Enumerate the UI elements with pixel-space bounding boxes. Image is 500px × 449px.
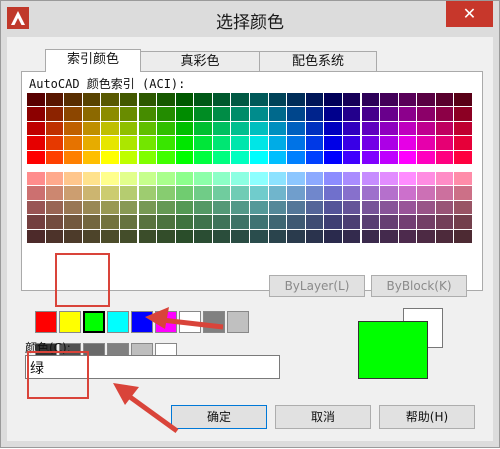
select-color-dialog: 选择颜色 ✕ 索引颜色 真彩色 配色系统 AutoCAD 颜色索引 (ACI):…	[0, 0, 500, 448]
tab-index-color[interactable]: 索引颜色	[45, 49, 141, 72]
